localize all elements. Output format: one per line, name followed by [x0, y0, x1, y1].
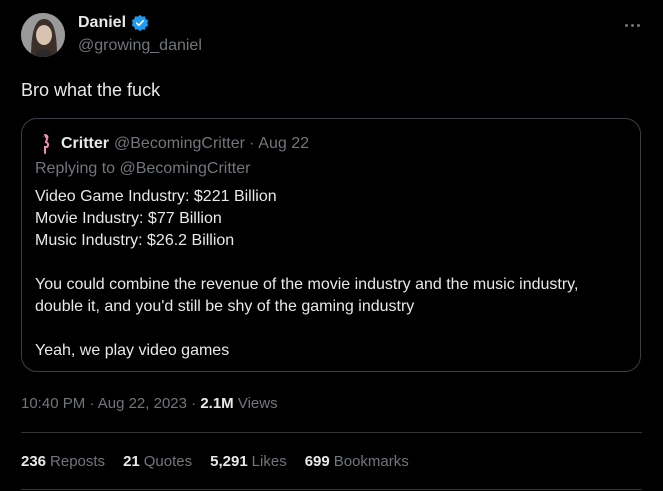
meta-separator: ·	[186, 395, 201, 412]
avatar-image	[21, 13, 65, 57]
quoted-tweet-card[interactable]: Critter @BecomingCritter · Aug 22 Replyi…	[21, 118, 641, 372]
reposts-stat[interactable]: 236 Reposts	[21, 453, 105, 470]
tweet-date[interactable]: Aug 22, 2023	[98, 395, 187, 412]
author-name-row[interactable]: Daniel	[78, 14, 149, 32]
quoted-line: Video Game Industry: $221 Billion	[35, 188, 277, 205]
verified-badge-icon[interactable]	[131, 14, 149, 32]
quotes-count: 21	[123, 453, 140, 470]
quoted-date[interactable]: Aug 22	[258, 135, 309, 153]
quoted-line: Music Industry: $26.2 Billion	[35, 232, 235, 249]
more-options-icon[interactable]	[621, 16, 643, 34]
tweet-text: Bro what the fuck	[21, 80, 161, 100]
likes-count: 5,291	[210, 453, 248, 470]
author-avatar[interactable]	[21, 13, 65, 57]
engagement-stats: 236 Reposts 21 Quotes 5,291 Likes 699 Bookma…	[21, 453, 409, 470]
bookmarks-stat[interactable]: 699 Bookmarks	[305, 453, 409, 470]
divider	[21, 432, 642, 433]
author-name[interactable]: Daniel	[78, 14, 126, 32]
quoted-separator: ·	[248, 135, 255, 152]
reposts-count: 236	[21, 453, 47, 470]
quoted-tweet-body: Video Game Industry: $221 Billion Movie …	[35, 186, 625, 362]
quoted-closing: Yeah, we play video games	[35, 342, 230, 359]
quoted-author-name[interactable]: Critter	[61, 135, 109, 153]
bookmarks-count: 699	[304, 453, 330, 470]
dot	[630, 23, 634, 27]
tweet-meta: 10:40 PM · Aug 22, 2023 · 2.1M Views	[21, 395, 278, 412]
bookmarks-label: Bookmarks	[333, 453, 409, 470]
reposts-label: Reposts	[50, 453, 106, 470]
quotes-stat[interactable]: 21 Quotes	[123, 453, 192, 470]
likes-stat[interactable]: 5,291 Likes	[210, 453, 287, 470]
author-handle[interactable]: @growing_daniel	[78, 37, 202, 55]
flamingo-avatar-icon[interactable]	[35, 134, 55, 154]
quoted-replying-to: Replying to @BecomingCritter	[35, 160, 251, 177]
dot	[636, 23, 640, 27]
divider	[21, 489, 642, 490]
likes-label: Likes	[251, 453, 287, 470]
quoted-paragraph: You could combine the revenue of the mov…	[35, 276, 579, 315]
views-count: 2.1M	[200, 395, 234, 412]
tweet-time[interactable]: 10:40 PM	[21, 395, 85, 412]
views-label: Views	[237, 395, 278, 412]
quoted-author-handle[interactable]: @BecomingCritter	[114, 135, 245, 153]
quoted-line: Movie Industry: $77 Billion	[35, 210, 222, 227]
meta-separator: ·	[85, 395, 98, 412]
dot	[624, 23, 628, 27]
quotes-label: Quotes	[143, 453, 193, 470]
quoted-tweet-header: Critter @BecomingCritter · Aug 22	[35, 134, 309, 154]
